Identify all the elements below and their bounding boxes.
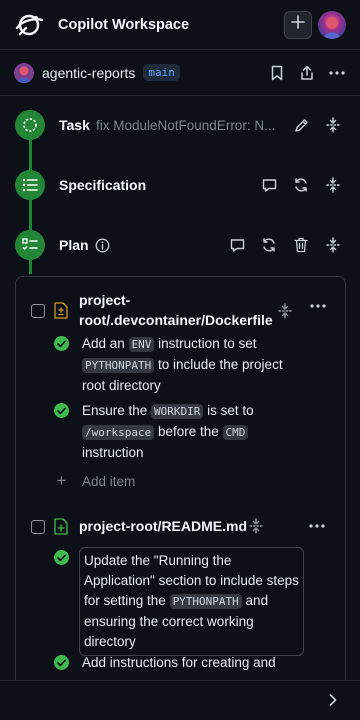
check-circle-icon (54, 550, 69, 565)
task-text[interactable]: Add instructions for creating and (82, 653, 307, 673)
app-title: Copilot Workspace (58, 16, 190, 33)
file-diff-icon (54, 302, 68, 324)
file-checkbox[interactable] (31, 520, 45, 534)
file-path[interactable]: project- root/.devcontainer/Dockerfile (79, 290, 273, 330)
list-icon (15, 170, 45, 200)
step-specification[interactable]: Specification (0, 168, 360, 202)
plus-icon (291, 15, 305, 34)
plan-panel: project- root/.devcontainer/Dockerfile A… (15, 276, 346, 696)
plan-task[interactable]: Add an ENV instruction to set PYTHONPATH… (54, 334, 307, 396)
checklist-icon (15, 230, 45, 260)
step-task[interactable]: Task fix ModuleNotFoundError: N... (0, 108, 360, 142)
unfold-icon[interactable] (324, 116, 342, 134)
unfold-icon[interactable] (247, 517, 265, 535)
plan-title: Plan (59, 237, 89, 253)
unfold-icon[interactable] (324, 236, 342, 254)
bottom-bar (0, 680, 360, 720)
bookmark-icon[interactable] (268, 64, 286, 82)
file-checkbox[interactable] (31, 304, 45, 318)
info-icon[interactable] (93, 236, 111, 254)
chevron-right-icon[interactable] (328, 693, 338, 712)
comment-icon[interactable] (260, 176, 278, 194)
repo-owner-avatar[interactable] (14, 62, 34, 83)
file-path[interactable]: project-root/README.md (79, 516, 247, 536)
app-header: Copilot Workspace (0, 0, 360, 50)
plus-icon: + (56, 471, 67, 490)
task-subtitle: fix ModuleNotFoundError: N... (96, 117, 276, 133)
new-button[interactable] (284, 10, 312, 39)
plan-task[interactable]: Ensure the WORKDIR is set to /workspace … (54, 401, 307, 463)
check-circle-icon (54, 403, 69, 418)
kebab-icon[interactable] (328, 64, 346, 82)
copilot-logo[interactable] (14, 10, 44, 40)
sync-icon[interactable] (292, 176, 310, 194)
comment-icon[interactable] (228, 236, 246, 254)
task-title: Task (59, 117, 90, 133)
add-item-button[interactable]: + Add item (54, 471, 136, 491)
branch-badge[interactable]: main (143, 64, 180, 81)
plan-task[interactable]: Add instructions for creating and (54, 653, 307, 673)
check-circle-icon (54, 336, 69, 351)
plan-task[interactable]: Update the "Running the Application" sec… (54, 547, 304, 656)
task-text[interactable]: Add an ENV instruction to set PYTHONPATH… (82, 334, 307, 396)
unfold-icon[interactable] (324, 176, 342, 194)
trash-icon[interactable] (292, 236, 310, 254)
repo-bar: agentic-reports main (0, 50, 360, 96)
repo-name[interactable]: agentic-reports (42, 65, 135, 81)
user-avatar[interactable] (318, 10, 346, 39)
task-text[interactable]: Ensure the WORKDIR is set to /workspace … (82, 401, 307, 463)
task-step-icon (15, 110, 45, 140)
specification-title: Specification (59, 177, 147, 193)
unfold-icon[interactable] (276, 302, 294, 320)
kebab-icon[interactable] (308, 517, 326, 535)
kebab-icon[interactable] (309, 297, 327, 315)
pencil-icon[interactable] (292, 116, 310, 134)
step-plan[interactable]: Plan (0, 228, 360, 262)
share-icon[interactable] (298, 64, 316, 82)
check-circle-icon (54, 655, 69, 670)
file-added-icon (54, 518, 68, 540)
sync-icon[interactable] (260, 236, 278, 254)
task-text-editing[interactable]: Update the "Running the Application" sec… (79, 547, 304, 656)
